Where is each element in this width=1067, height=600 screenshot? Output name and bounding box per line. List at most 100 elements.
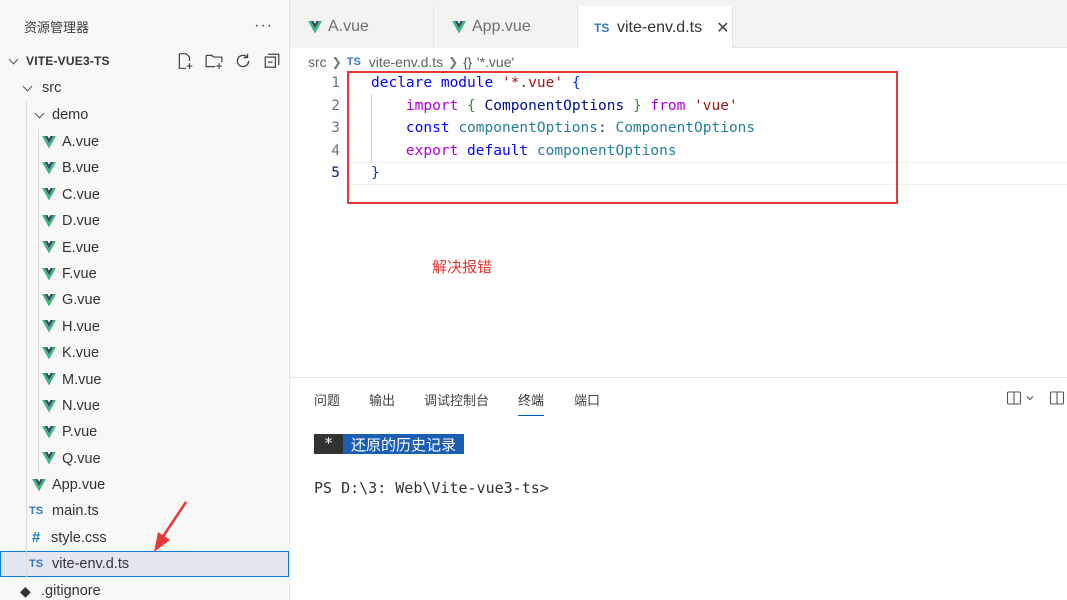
indent-guide [26,261,27,288]
vue-icon [42,188,56,201]
tab-a-vue[interactable]: A.vue [290,6,434,48]
indent-guide [26,313,27,341]
explorer-header: 资源管理器 ··· [0,0,289,52]
file-item[interactable]: TS main.ts [0,498,289,525]
indent-guide [26,155,27,182]
panel-tab-ports[interactable]: 端口 [574,390,600,416]
project-header[interactable]: VITE-VUE3-TS [0,49,289,73]
indent-guide [26,445,27,473]
breadcrumb-item[interactable]: '*.vue' [477,54,514,70]
css-icon: # [31,529,41,547]
file-item[interactable]: G.vue [0,287,289,314]
vue-icon [42,425,56,439]
file-item[interactable]: App.vue [0,472,289,499]
file-item[interactable]: C.vue [0,181,289,209]
indent-guide [26,366,27,393]
tab-app-vue[interactable]: App.vue [434,6,578,48]
vue-icon [42,241,56,254]
file-label: E.vue [62,239,100,256]
indent-guide [26,340,27,367]
file-item[interactable]: ◆ .gitignore [0,578,289,600]
collapse-all-icon[interactable] [262,51,281,70]
typescript-icon: TS [346,56,361,68]
vue-icon [42,161,56,175]
terminal-prompt[interactable]: PS D:\3: Web\Vite-vue3-ts> [314,479,549,497]
file-label: D.vue [62,213,100,230]
indent-guide [26,524,27,552]
panel-tab-debug-console[interactable]: 调试控制台 [424,390,489,416]
indent-guide [26,208,27,235]
indent-guide [38,445,39,473]
indent-guide [38,208,39,235]
indent-guide [26,181,27,209]
panel-actions [1006,390,1067,406]
indent-guide [26,234,27,261]
panel-tab-problems[interactable]: 问题 [314,390,340,416]
indent-guide [26,419,27,446]
typescript-icon: TS [29,505,44,518]
file-label: C.vue [62,186,100,203]
folder-demo[interactable]: demo [0,102,289,128]
file-item[interactable]: Q.vue [0,445,289,473]
split-layout-icon[interactable] [1006,390,1035,406]
folder-label: demo [52,107,89,123]
folder-label: src [42,80,62,96]
file-item[interactable]: D.vue [0,208,289,235]
indent-guide [38,366,39,393]
code-text: const componentOptions: ComponentOptions [405,120,756,137]
breadcrumb-item[interactable]: vite-env.d.ts [369,54,443,70]
refresh-icon[interactable] [233,51,252,70]
indent-guide [38,181,39,209]
breadcrumb: src ❯ TS vite-env.d.ts ❯ {} '*.vue' [308,52,514,72]
file-item[interactable]: A.vue [0,129,289,156]
code-editor[interactable]: 1 declare module '*.vue' { 2 import { Co… [290,72,1067,192]
symbol-module-icon: {} [463,54,472,70]
annotation-arrow-icon [154,501,188,552]
vue-icon [42,399,56,413]
more-actions-icon[interactable]: ··· [254,17,273,35]
vue-icon [42,346,56,360]
banner-text: 还原的历史记录 [343,434,465,454]
new-folder-icon[interactable] [204,51,223,70]
chevron-right-icon: ❯ [448,55,459,69]
line-number: 5 [331,165,340,182]
file-item[interactable]: K.vue [0,340,289,367]
chevron-down-icon[interactable] [32,107,48,123]
file-item[interactable]: H.vue [0,313,289,341]
indent-guide [38,155,39,182]
breadcrumb-item[interactable]: src [308,54,327,70]
file-item[interactable]: F.vue [0,261,289,288]
git-icon: ◆ [20,582,31,599]
indent-guide [26,472,27,499]
panel-tab-terminal[interactable]: 终端 [518,390,545,416]
indent-guide [38,313,39,341]
file-label: vite-env.d.ts [52,556,130,573]
file-label: main.ts [52,503,99,520]
file-label: .gitignore [41,583,101,599]
code-line-current: 5 } [290,162,1067,185]
file-label: A.vue [62,134,100,150]
folder-src[interactable]: src [0,75,289,101]
indent-guide [26,551,27,578]
bottom-panel: 问题 输出 调试控制台 终端 端口 * 还原的历史记录 PS D:\3: Web… [290,377,1067,600]
tab-vite-env-d-ts[interactable]: TS vite-env.d.ts ✕ [578,6,733,49]
typescript-icon: TS [594,20,610,35]
close-icon[interactable]: ✕ [716,18,729,38]
file-item[interactable]: M.vue [0,366,289,393]
file-label: F.vue [62,266,97,282]
new-file-icon[interactable] [175,51,194,70]
chevron-down-icon[interactable] [6,53,22,69]
line-number: 4 [331,142,340,159]
file-item[interactable]: # style.css [0,524,289,552]
toggle-panel-icon[interactable] [1049,390,1065,406]
file-item[interactable]: P.vue [0,419,289,446]
file-item[interactable]: TS vite-env.d.ts [0,551,289,578]
file-item[interactable]: N.vue [0,393,289,420]
file-item[interactable]: B.vue [0,155,289,182]
project-actions [175,51,281,70]
file-item[interactable]: E.vue [0,234,289,261]
chevron-right-icon: ❯ [331,55,342,69]
indent-guide [38,393,39,420]
panel-tab-output[interactable]: 输出 [369,390,395,416]
chevron-down-icon[interactable] [20,80,36,96]
